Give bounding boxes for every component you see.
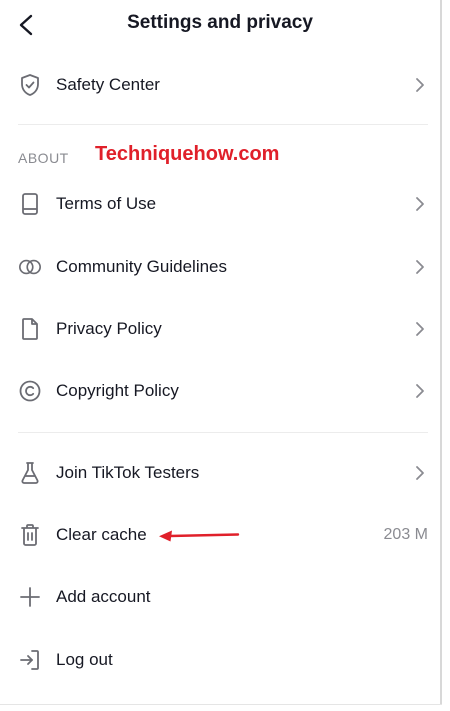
divider <box>18 124 428 125</box>
settings-item-label: Join TikTok Testers <box>56 463 200 482</box>
copyright-icon <box>18 379 42 403</box>
annotation-arrow-icon <box>159 530 240 542</box>
overlapping-circles-icon <box>18 255 42 279</box>
settings-item-label: Community Guidelines <box>56 257 228 276</box>
settings-item-label: Add account <box>56 587 151 606</box>
chevron-right-icon <box>412 320 428 338</box>
chevron-right-icon <box>412 382 428 400</box>
settings-item-label: Copyright Policy <box>56 381 179 400</box>
plus-icon <box>18 585 42 609</box>
settings-item-copyright-policy[interactable]: Copyright Policy <box>0 363 440 419</box>
settings-item-community-guidelines[interactable]: Community Guidelines <box>0 239 440 295</box>
cache-size-value: 203 M <box>383 526 428 543</box>
chevron-right-icon <box>412 464 428 482</box>
settings-item-label: Privacy Policy <box>56 319 162 338</box>
settings-item-safety-center[interactable]: Safety Center <box>0 57 440 113</box>
settings-item-privacy-policy[interactable]: Privacy Policy <box>0 301 440 357</box>
settings-item-label: Log out <box>56 650 113 669</box>
settings-item-log-out[interactable]: Log out <box>0 632 440 688</box>
settings-item-label: Terms of Use <box>56 194 157 213</box>
page-title: Settings and privacy <box>127 12 313 33</box>
document-icon <box>18 317 42 341</box>
shield-check-icon <box>18 73 42 97</box>
section-label-about: ABOUT <box>18 150 69 166</box>
settings-item-label: Safety Center <box>56 75 160 94</box>
chevron-right-icon <box>412 76 428 94</box>
settings-item-add-account[interactable]: Add account <box>0 569 440 625</box>
settings-item-join-testers[interactable]: Join TikTok Testers <box>0 445 440 501</box>
header: Settings and privacy <box>0 0 440 52</box>
divider <box>18 432 428 433</box>
flask-icon <box>18 461 42 485</box>
chevron-right-icon <box>412 195 428 213</box>
logout-icon <box>18 648 42 672</box>
chevron-right-icon <box>412 258 428 276</box>
settings-item-label: Clear cache <box>56 525 147 544</box>
trash-icon <box>18 523 42 547</box>
settings-item-terms-of-use[interactable]: Terms of Use <box>0 176 440 232</box>
watermark-text: Techniquehow.com <box>95 143 280 165</box>
book-icon <box>18 192 42 216</box>
